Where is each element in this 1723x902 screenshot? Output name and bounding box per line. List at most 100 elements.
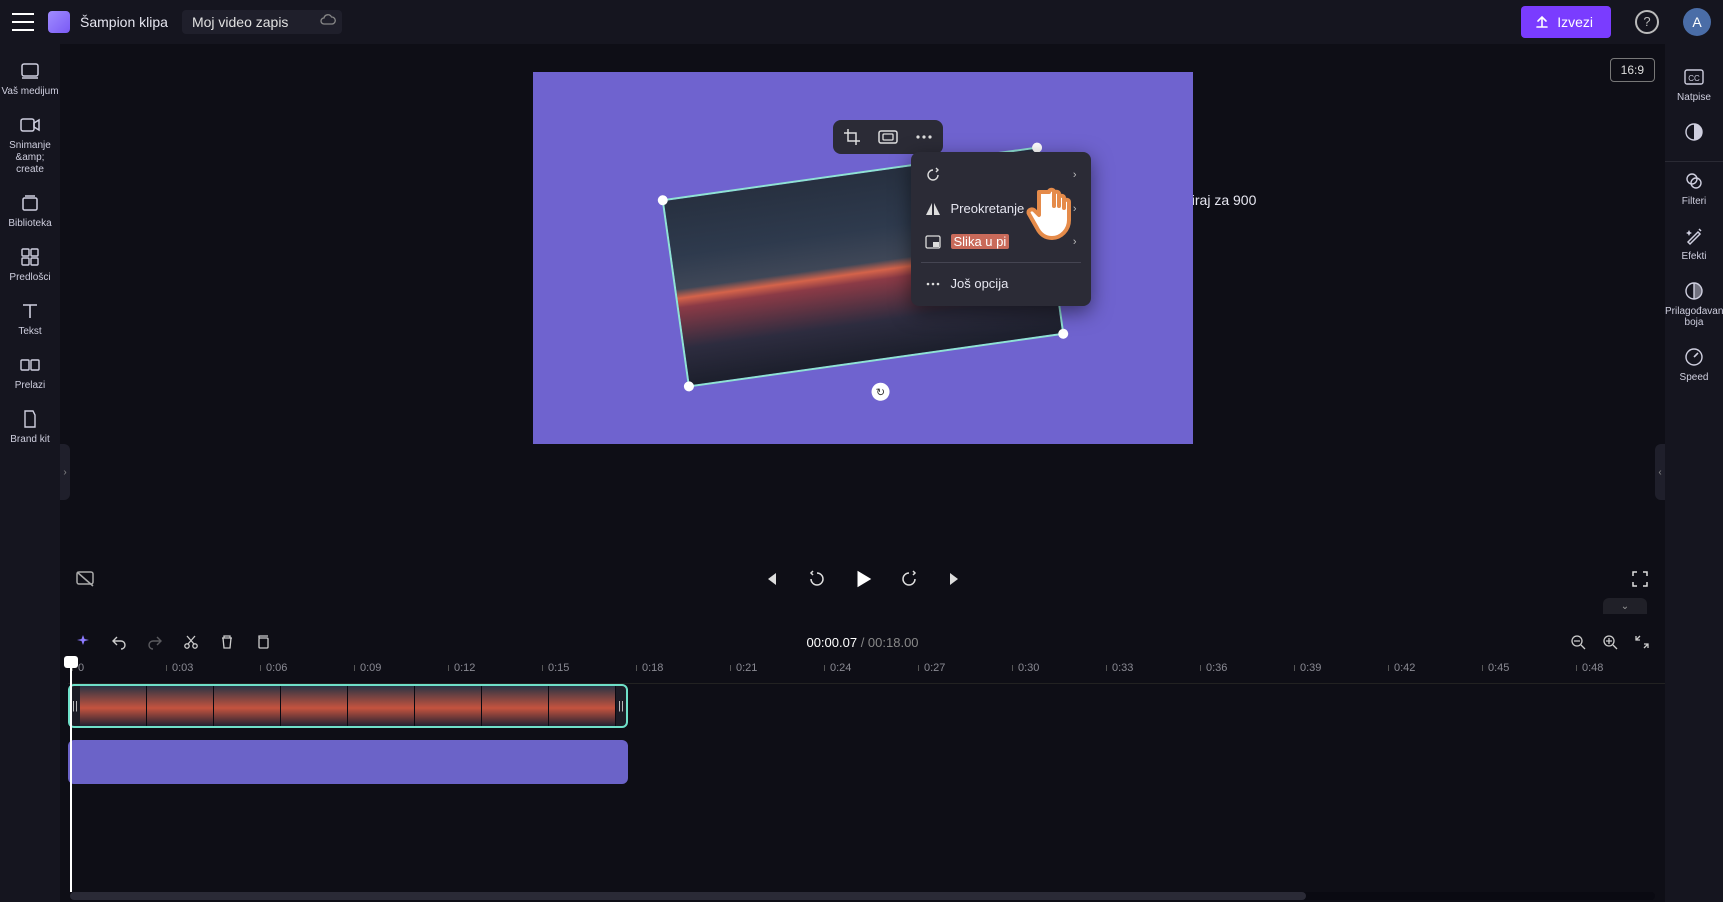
pip-icon: [925, 235, 941, 249]
canvas-area: › Preokretanje › Slika u pi ›: [60, 44, 1665, 554]
sidebar-item-contrast[interactable]: [1665, 113, 1723, 162]
sidebar-label: Tekst: [0, 326, 60, 338]
flip-icon: [925, 202, 941, 216]
ruler-tick: 0:15: [548, 662, 569, 674]
split-button[interactable]: [182, 633, 200, 651]
redo-button[interactable]: [146, 633, 164, 651]
sidebar-item-library[interactable]: Biblioteka: [0, 184, 60, 238]
more-icon: [925, 281, 941, 287]
sidebar-label: Brand kit: [0, 434, 60, 446]
fullscreen-button[interactable]: [1629, 568, 1651, 590]
skip-back-button[interactable]: [760, 568, 782, 590]
clip-handle-right[interactable]: ||: [616, 686, 626, 726]
rewind-button[interactable]: [806, 568, 828, 590]
ruler-tick: 0:09: [360, 662, 381, 674]
ruler-tick: 0:12: [454, 662, 475, 674]
zoom-out-button[interactable]: [1569, 633, 1587, 651]
top-bar: Šampion klipa Izvezi ? A: [0, 0, 1723, 44]
sidebar-label: Speed: [1665, 372, 1723, 383]
ruler-tick: 0:42: [1394, 662, 1415, 674]
current-time: 00:00.07: [806, 635, 857, 650]
sidebar-item-effects[interactable]: Efekti: [1665, 217, 1723, 272]
transitions-icon: [19, 354, 41, 376]
help-button[interactable]: ?: [1635, 10, 1659, 34]
rotate-handle[interactable]: ↻: [870, 382, 890, 402]
preview-area: 16:9 Rotiraj za 900: [60, 44, 1665, 622]
effects-icon: [1683, 225, 1705, 247]
audio-clip[interactable]: [68, 740, 628, 784]
sidebar-label: Predlošci: [0, 272, 60, 284]
menu-label: Još opcija: [951, 276, 1009, 291]
media-floating-toolbar: [833, 120, 943, 154]
export-button[interactable]: Izvezi: [1521, 6, 1611, 38]
sidebar-item-transitions[interactable]: Prelazi: [0, 346, 60, 400]
ruler-tick: 0:27: [924, 662, 945, 674]
ruler-tick: 0:45: [1488, 662, 1509, 674]
undo-button[interactable]: [110, 633, 128, 651]
ai-sparkle-button[interactable]: [74, 633, 92, 651]
sidebar-item-templates[interactable]: Predlošci: [0, 238, 60, 292]
menu-label: Slika u pi: [951, 234, 1010, 249]
ruler-tick: 0:39: [1300, 662, 1321, 674]
sidebar-item-brand-kit[interactable]: Brand kit: [0, 400, 60, 454]
timeline-ruler[interactable]: 00:030:060:090:120:150:180:210:240:270:3…: [68, 662, 1665, 684]
sidebar-label: Efekti: [1665, 251, 1723, 262]
ruler-tick: 0: [78, 662, 84, 674]
sidebar-label: Filteri: [1665, 196, 1723, 207]
sidebar-label: Biblioteka: [0, 218, 60, 230]
project-name-field[interactable]: [182, 10, 342, 34]
captions-icon: CC: [1683, 66, 1705, 88]
right-sidebar: CC Natpise Filteri Efekti Prilagođavanje…: [1665, 44, 1723, 902]
timeline: 00:00.07 / 00:18.00 00:030:060:090:120:1…: [60, 622, 1665, 902]
forward-button[interactable]: [898, 568, 920, 590]
ruler-tick: 0:18: [642, 662, 663, 674]
video-clip[interactable]: || ||: [68, 684, 628, 728]
sidebar-label: Prilagođavanje boja: [1665, 306, 1723, 328]
ruler-tick: 0:24: [830, 662, 851, 674]
color-adjust-icon: [1683, 280, 1705, 302]
skip-forward-button[interactable]: [944, 568, 966, 590]
cloud-sync-icon: [320, 14, 336, 28]
scrollbar-thumb[interactable]: [70, 892, 1306, 900]
fit-button[interactable]: [877, 126, 899, 148]
menu-icon[interactable]: [12, 13, 34, 31]
ruler-tick: 0:36: [1206, 662, 1227, 674]
menu-item-more-options[interactable]: Još opcija: [911, 267, 1091, 300]
playhead[interactable]: [70, 662, 72, 892]
timeline-scrollbar[interactable]: [60, 890, 1665, 902]
sidebar-item-filters[interactable]: Filteri: [1665, 162, 1723, 217]
sidebar-item-color-adjust[interactable]: Prilagođavanje boja: [1665, 272, 1723, 338]
delete-button[interactable]: [218, 633, 236, 651]
sidebar-item-your-media[interactable]: Vaš medijum: [0, 52, 60, 106]
timeline-toolbar: 00:00.07 / 00:18.00: [60, 622, 1665, 662]
fit-timeline-button[interactable]: [1633, 633, 1651, 651]
brand-icon: [19, 408, 41, 430]
collapse-timeline-button[interactable]: ⌄: [1603, 598, 1647, 614]
sidebar-label: Vaš medijum: [0, 86, 60, 98]
sidebar-label: Prelazi: [0, 380, 60, 392]
more-button[interactable]: [913, 126, 935, 148]
resize-handle-br[interactable]: [1057, 328, 1068, 339]
sidebar-item-captions[interactable]: CC Natpise: [1665, 58, 1723, 113]
user-avatar[interactable]: A: [1683, 8, 1711, 36]
copy-button[interactable]: [254, 633, 272, 651]
play-button[interactable]: [852, 568, 874, 590]
sidebar-item-text[interactable]: Tekst: [0, 292, 60, 346]
center-column: 16:9 Rotiraj za 900: [60, 44, 1665, 902]
speed-icon: [1683, 346, 1705, 368]
sidebar-label: Snimanje &amp; create: [0, 140, 60, 176]
ruler-tick: 0:33: [1112, 662, 1133, 674]
timecode: 00:00.07 / 00:18.00: [806, 635, 918, 650]
video-canvas[interactable]: › Preokretanje › Slika u pi ›: [533, 72, 1193, 444]
sidebar-item-speed[interactable]: Speed: [1665, 338, 1723, 393]
zoom-in-button[interactable]: [1601, 633, 1619, 651]
sidebar-item-record[interactable]: Snimanje &amp; create: [0, 106, 60, 184]
timeline-collapse-bar: ⌄: [60, 604, 1665, 622]
hide-preview-button[interactable]: [74, 568, 96, 590]
app-title: Šampion klipa: [80, 14, 168, 30]
expand-right-panel[interactable]: ‹: [1655, 444, 1665, 500]
resize-handle-bl[interactable]: [683, 381, 694, 392]
crop-button[interactable]: [841, 126, 863, 148]
project-name-input[interactable]: [192, 14, 312, 30]
ruler-tick: 0:30: [1018, 662, 1039, 674]
